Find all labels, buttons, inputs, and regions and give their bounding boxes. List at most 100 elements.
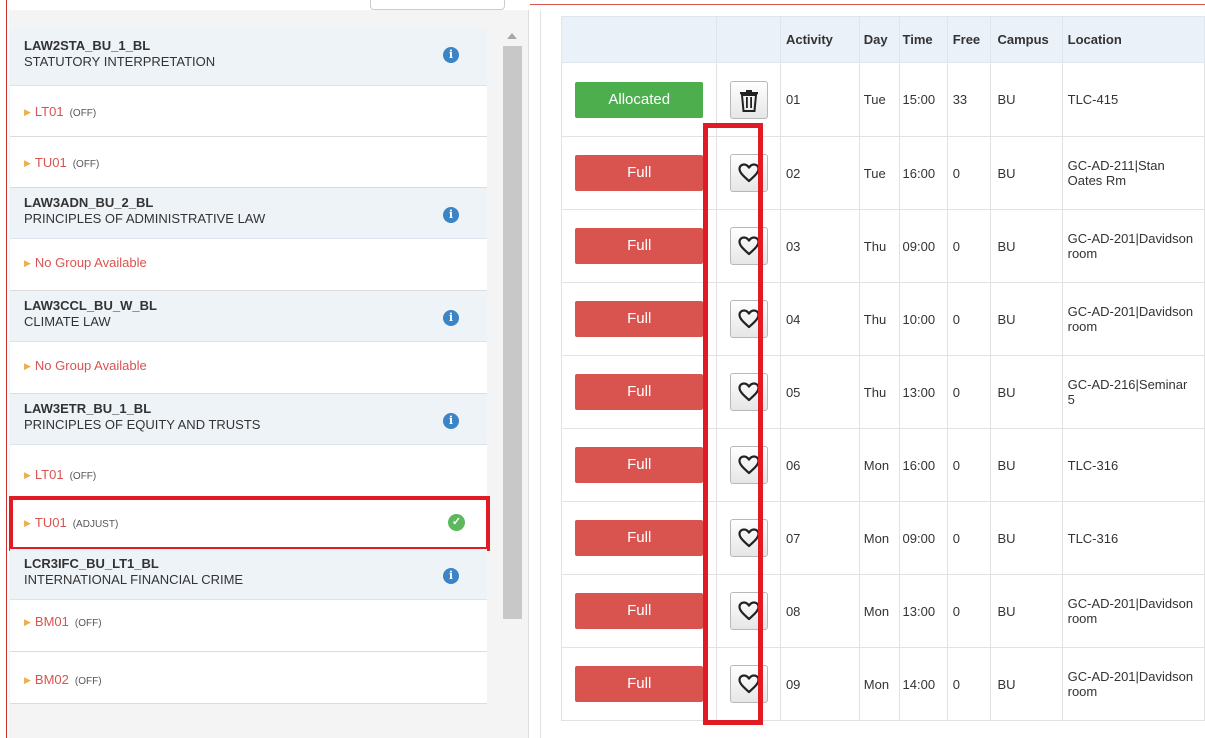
day-cell: Thu <box>858 209 900 283</box>
full-button[interactable]: Full <box>575 520 704 556</box>
campus-cell: BU <box>990 282 1063 356</box>
info-icon[interactable]: i <box>443 568 459 584</box>
favourite-button[interactable] <box>729 154 768 192</box>
course-code: LAW3ADN_BU_2_BL <box>24 195 154 210</box>
table-header-row: Activity Day Time Free Campus Location <box>560 16 1205 63</box>
table-row: Full 06 Mon 16:00 0 BU TLC-316 <box>560 428 1205 502</box>
favourite-button[interactable] <box>729 300 768 338</box>
day-cell: Tue <box>858 62 900 137</box>
status-cell: Full <box>560 136 718 210</box>
group-row[interactable]: ▶ BM01 (OFF) <box>10 600 487 652</box>
course-header[interactable]: LCR3IFC_BU_LT1_BL INTERNATIONAL FINANCIA… <box>10 549 487 600</box>
full-button[interactable]: Full <box>575 155 704 191</box>
favourite-button[interactable] <box>729 519 768 557</box>
no-group-text: No Group Available <box>34 255 147 270</box>
table-row: Full 08 Mon 13:00 0 BU GC-AD-201|Davidson room <box>560 574 1205 648</box>
group-code: BM01 <box>34 614 69 629</box>
full-button[interactable]: Full <box>575 666 704 702</box>
activity-table: Activity Day Time Free Campus Location A… <box>560 16 1205 721</box>
table-row: Full 04 Thu 10:00 0 BU GC-AD-201|Davidson room <box>560 282 1205 356</box>
campus-cell: BU <box>990 501 1063 575</box>
course-header[interactable]: LAW2STA_BU_1_BL STATUTORY INTERPRETATION… <box>10 28 487 86</box>
time-cell: 14:00 <box>898 647 948 721</box>
caret-right-icon: ▶ <box>24 518 31 528</box>
group-row-selected[interactable]: ▶ TU01 (ADJUST) ✓ <box>9 496 490 551</box>
status-cell: Full <box>560 355 718 429</box>
favourite-button[interactable] <box>729 227 768 265</box>
full-button[interactable]: Full <box>575 301 704 337</box>
course-header[interactable]: LAW3ETR_BU_1_BL PRINCIPLES OF EQUITY AND… <box>10 394 487 445</box>
group-row[interactable]: ▶ BM02 (OFF) <box>10 652 487 704</box>
location-cell: GC-AD-216|Seminar 5 <box>1061 355 1205 429</box>
full-button[interactable]: Full <box>575 447 704 483</box>
heart-icon <box>738 382 760 405</box>
caret-right-icon: ▶ <box>24 107 31 117</box>
full-button[interactable]: Full <box>575 374 704 410</box>
info-icon[interactable]: i <box>443 413 459 429</box>
heart-icon <box>738 528 760 551</box>
no-group-row: ▶ No Group Available <box>10 342 487 394</box>
info-icon[interactable]: i <box>443 47 459 63</box>
location-cell: GC-AD-211|Stan Oates Rm <box>1061 136 1205 210</box>
top-input-field[interactable] <box>370 0 505 10</box>
scroll-up-arrow-icon[interactable] <box>507 33 517 39</box>
day-cell: Mon <box>858 501 900 575</box>
table-row: Full 05 Thu 13:00 0 BU GC-AD-216|Seminar 5 <box>560 355 1205 429</box>
group-status: (OFF) <box>72 159 100 170</box>
caret-right-icon: ▶ <box>24 158 31 168</box>
table-row: Full 07 Mon 09:00 0 BU TLC-316 <box>560 501 1205 575</box>
no-group-row: ▶ No Group Available <box>10 239 487 291</box>
heart-icon <box>738 236 760 259</box>
free-cell: 0 <box>946 647 992 721</box>
course-list: LAW2STA_BU_1_BL STATUTORY INTERPRETATION… <box>9 28 490 704</box>
course-name: PRINCIPLES OF ADMINISTRATIVE LAW <box>24 211 266 226</box>
info-icon[interactable]: i <box>443 207 459 223</box>
activity-cell: 08 <box>779 574 860 648</box>
favourite-button[interactable] <box>729 665 768 703</box>
scrollbar-thumb[interactable] <box>503 46 522 619</box>
group-status: (ADJUST) <box>72 519 119 530</box>
course-code: LAW2STA_BU_1_BL <box>24 38 151 53</box>
location-column-header: Location <box>1061 16 1205 63</box>
full-button[interactable]: Full <box>575 228 704 264</box>
group-row[interactable]: ▶ TU01 (OFF) <box>10 137 487 188</box>
status-cell: Allocated <box>560 62 718 137</box>
day-cell: Mon <box>858 428 900 502</box>
info-icon[interactable]: i <box>443 310 459 326</box>
course-header[interactable]: LAW3CCL_BU_W_BL CLIMATE LAW i <box>10 291 487 342</box>
group-row[interactable]: ▶ LT01 (OFF) <box>10 445 487 497</box>
status-cell: Full <box>560 501 718 575</box>
time-cell: 10:00 <box>898 282 948 356</box>
favourite-button[interactable] <box>729 592 768 630</box>
campus-cell: BU <box>990 574 1063 648</box>
action-cell <box>716 355 781 429</box>
course-code: LAW3ETR_BU_1_BL <box>24 401 152 416</box>
favourite-button[interactable] <box>729 373 768 411</box>
location-cell: TLC-316 <box>1061 428 1205 502</box>
table-row: Full 03 Thu 09:00 0 BU GC-AD-201|Davidson room <box>560 209 1205 283</box>
heart-icon <box>738 163 760 186</box>
delete-button[interactable] <box>729 80 768 119</box>
heart-icon <box>738 674 760 697</box>
campus-cell: BU <box>990 62 1063 137</box>
action-cell <box>716 574 781 648</box>
caret-right-icon: ▶ <box>24 258 31 268</box>
favourite-button[interactable] <box>729 446 768 484</box>
action-cell <box>716 136 781 210</box>
course-name: CLIMATE LAW <box>24 314 111 329</box>
group-row[interactable]: ▶ LT01 (OFF) <box>10 86 487 137</box>
course-name: INTERNATIONAL FINANCIAL CRIME <box>24 572 244 587</box>
status-cell: Full <box>560 428 718 502</box>
full-button[interactable]: Full <box>575 593 704 629</box>
top-border <box>530 4 1205 5</box>
free-cell: 0 <box>946 282 992 356</box>
campus-cell: BU <box>990 647 1063 721</box>
campus-cell: BU <box>990 428 1063 502</box>
free-column-header: Free <box>946 16 992 63</box>
allocated-button[interactable]: Allocated <box>575 81 704 118</box>
day-cell: Mon <box>858 647 900 721</box>
group-code: BM02 <box>34 672 69 687</box>
course-name: PRINCIPLES OF EQUITY AND TRUSTS <box>24 417 261 432</box>
location-cell: GC-AD-201|Davidson room <box>1061 647 1205 721</box>
course-header[interactable]: LAW3ADN_BU_2_BL PRINCIPLES OF ADMINISTRA… <box>10 188 487 239</box>
